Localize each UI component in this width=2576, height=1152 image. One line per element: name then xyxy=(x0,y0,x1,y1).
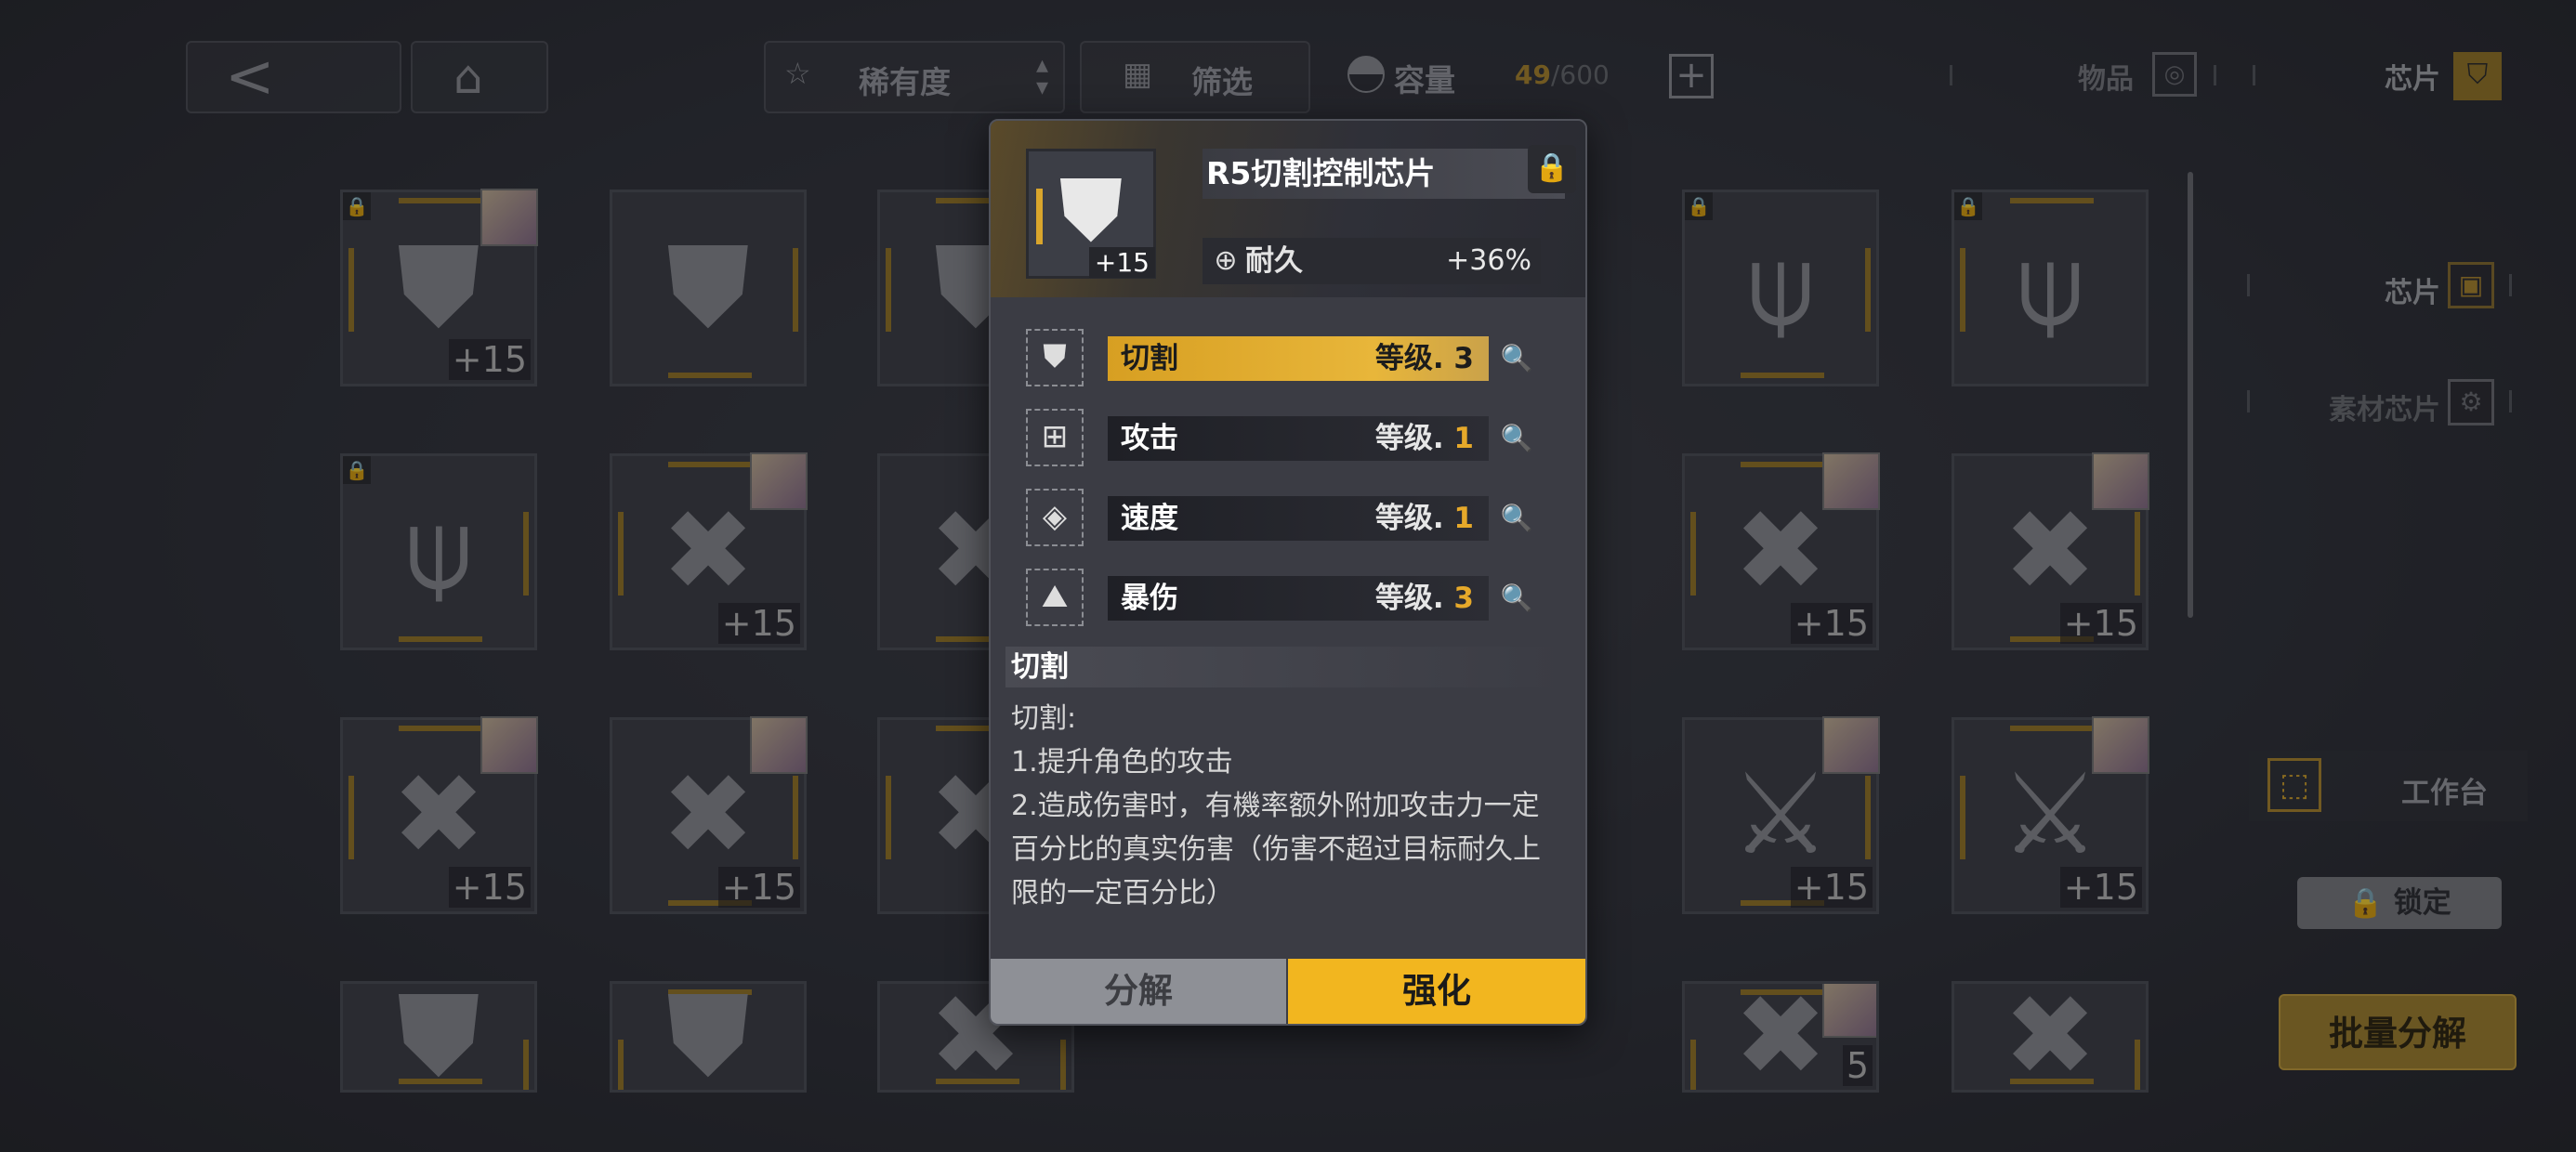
desc-line: 限的一定百分比） xyxy=(1011,877,1234,910)
skill-row-speed[interactable]: ◈ 速度 等级. 1 🔍 xyxy=(1026,489,1546,546)
desc-line: 2.造成伤害时，有機率额外附加攻击力一定 xyxy=(1011,790,1540,822)
skill-name: 攻击 xyxy=(1121,422,1178,455)
lock-toggle-button[interactable]: 🔒 xyxy=(1528,145,1576,193)
zoom-icon[interactable]: 🔍 xyxy=(1500,342,1533,375)
durability-icon: ⊕ xyxy=(1214,244,1238,277)
zoom-icon[interactable]: 🔍 xyxy=(1500,422,1533,455)
skill-row-cut[interactable]: ⛊ 切割 等级. 3 🔍 xyxy=(1026,329,1546,386)
stat-value: +36% xyxy=(1446,244,1531,277)
desc-line: 百分比的真实伤害（伤害不超过目标耐久上 xyxy=(1011,833,1541,866)
speed-skill-icon: ◈ xyxy=(1026,489,1084,546)
skill-level-value: 1 xyxy=(1453,422,1474,455)
description-text: 切割: 1.提升角色的攻击 2.造成伤害时，有機率额外附加攻击力一定 百分比的真… xyxy=(1011,697,1569,915)
chip-icon-accent xyxy=(1036,189,1043,244)
skill-row-crit-damage[interactable]: ⛰ 暴伤 等级. 3 🔍 xyxy=(1026,569,1546,626)
desc-line: 1.提升角色的攻击 xyxy=(1011,746,1233,779)
lock-icon: 🔒 xyxy=(1534,151,1570,184)
skill-level-value: 3 xyxy=(1453,582,1474,615)
chip-detail-popup: ⛊ +15 R5切割控制芯片 🔒 ⊕ 耐久 +36% ⛊ 切割 等级. 3 🔍 … xyxy=(989,119,1587,1026)
chip-icon: ⛊ +15 xyxy=(1026,149,1156,279)
skill-name: 切割 xyxy=(1121,342,1178,375)
zoom-icon[interactable]: 🔍 xyxy=(1500,502,1533,535)
desc-line: 切割: xyxy=(1011,702,1077,735)
skill-level-value: 3 xyxy=(1453,342,1474,375)
crit-damage-skill-icon: ⛰ xyxy=(1026,569,1084,626)
skill-level: 等级. 3 xyxy=(1375,576,1474,621)
skill-level-label: 等级. xyxy=(1374,582,1444,615)
skill-level: 等级. 1 xyxy=(1375,496,1474,541)
attack-skill-icon: ⊞ xyxy=(1026,409,1084,466)
cut-skill-icon: ⛊ xyxy=(1026,329,1084,386)
description-title: 切割 xyxy=(1005,647,1563,687)
chip-name: R5切割控制芯片 xyxy=(1203,149,1565,199)
chip-level-badge: +15 xyxy=(1088,247,1155,278)
skill-level-value: 1 xyxy=(1453,502,1474,535)
cutting-chip-icon: ⛊ xyxy=(1058,161,1124,261)
skill-name: 速度 xyxy=(1121,502,1178,535)
skill-level: 等级. 3 xyxy=(1375,336,1474,381)
zoom-icon[interactable]: 🔍 xyxy=(1500,582,1533,615)
skill-row-attack[interactable]: ⊞ 攻击 等级. 1 🔍 xyxy=(1026,409,1546,466)
skill-level: 等级. 1 xyxy=(1375,416,1474,461)
skill-level-label: 等级. xyxy=(1374,502,1444,535)
durability-stat: ⊕ 耐久 +36% xyxy=(1203,238,1541,284)
skill-level-label: 等级. xyxy=(1374,342,1444,375)
skill-level-label: 等级. xyxy=(1374,422,1444,455)
dismantle-button[interactable]: 分解 xyxy=(991,959,1286,1024)
skill-name: 暴伤 xyxy=(1121,582,1178,615)
stat-name: 耐久 xyxy=(1245,244,1303,278)
enhance-button[interactable]: 强化 xyxy=(1288,959,1585,1024)
